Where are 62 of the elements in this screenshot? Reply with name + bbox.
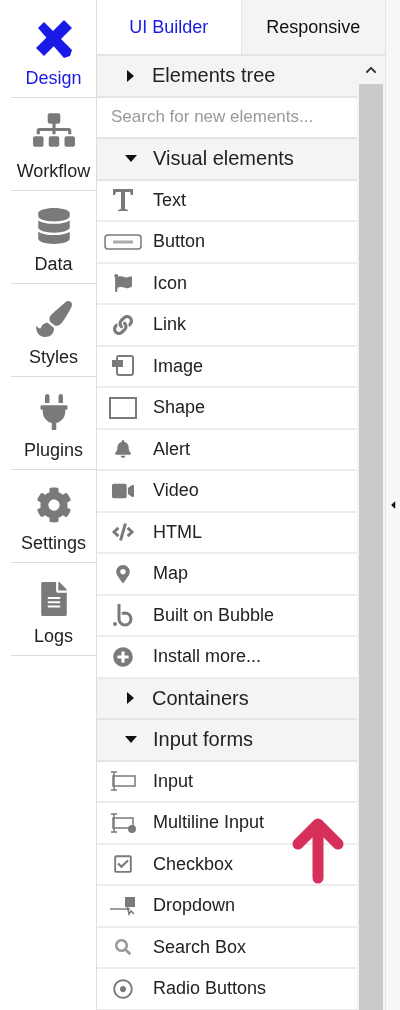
settings-icon <box>35 487 72 523</box>
element-label: Search Box <box>153 936 247 958</box>
radio-icon <box>113 978 133 999</box>
element-label: Radio Buttons <box>153 978 267 1000</box>
code-icon <box>112 521 134 544</box>
nav-item[interactable]: Workflow <box>11 98 96 191</box>
element-label: Map <box>153 563 188 585</box>
section-title: Containers <box>152 686 249 710</box>
database-icon <box>35 208 72 244</box>
annotation-arrow <box>292 818 344 884</box>
caret-down-icon <box>125 155 137 163</box>
multiline-input-icon <box>109 811 137 834</box>
tab[interactable]: Responsive <box>240 0 385 54</box>
search-icon <box>115 939 131 956</box>
serif-t-icon <box>112 188 134 213</box>
element-label: Image <box>153 355 204 377</box>
element-label: Install more... <box>153 646 262 668</box>
bubble-b-icon <box>113 603 133 628</box>
element-label: Checkbox <box>153 853 234 875</box>
section-header[interactable]: Visual elements <box>97 139 357 181</box>
caret-down-icon <box>125 736 137 744</box>
scrollbar-thumb[interactable] <box>359 84 383 1010</box>
element-label: HTML <box>153 521 202 543</box>
checkbox-icon <box>113 854 133 875</box>
element-label: Built on Bubble <box>153 604 275 626</box>
caret-right-icon <box>127 692 134 705</box>
nav-item[interactable]: Settings <box>11 470 96 563</box>
nav-item[interactable]: Plugins <box>11 377 96 470</box>
chevron-up-icon <box>365 64 377 76</box>
dropdown-icon <box>109 894 137 917</box>
link-icon <box>113 314 133 335</box>
element-label: Input <box>153 770 194 792</box>
element-label: Alert <box>153 438 190 460</box>
element-label: Link <box>153 314 187 336</box>
section-header[interactable]: Input forms <box>97 720 357 762</box>
text-input-icon <box>109 770 137 793</box>
section-title: Elements tree <box>152 64 276 88</box>
element-label: Button <box>153 231 206 253</box>
element-label: Text <box>153 189 186 211</box>
element-item[interactable]: Button <box>97 222 357 264</box>
button-icon <box>104 233 142 250</box>
section-title: Input forms <box>153 728 254 752</box>
section-header[interactable]: Containers <box>97 678 357 720</box>
element-label: Video <box>153 480 199 502</box>
section-header[interactable]: Elements tree <box>97 56 357 98</box>
element-label: Shape <box>153 397 206 419</box>
bell-icon <box>114 440 132 459</box>
nav-item[interactable]: Logs <box>11 563 96 656</box>
element-label: Multiline Input <box>153 812 265 834</box>
nav-item[interactable]: Design <box>11 14 96 98</box>
map-pin-icon <box>114 564 132 583</box>
image-icon <box>111 355 135 378</box>
paintbrush-icon <box>35 301 72 337</box>
section-title: Visual elements <box>153 147 294 171</box>
rectangle-icon <box>109 396 137 419</box>
nav-item[interactable]: Data <box>11 191 96 284</box>
element-item[interactable]: Video <box>97 471 357 513</box>
caret-right-icon <box>127 69 134 82</box>
flag-icon <box>114 274 132 293</box>
element-label: Icon <box>153 272 188 294</box>
element-label: Dropdown <box>153 895 236 917</box>
nav-item[interactable]: Styles <box>11 284 96 377</box>
